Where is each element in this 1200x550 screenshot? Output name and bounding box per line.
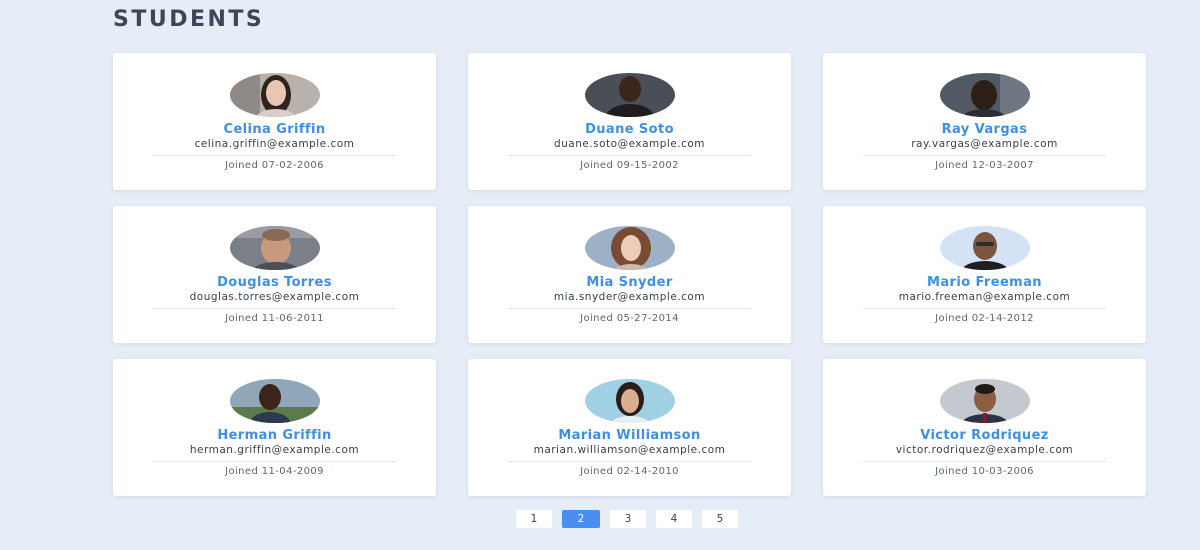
students-page: STUDENTS Celina Griffin celina.griffin@e… [0,0,1200,550]
student-card[interactable]: Douglas Torres douglas.torres@example.co… [113,206,436,343]
avatar [939,73,1030,117]
student-email: victor.rodriquez@example.com [895,444,1074,456]
student-email: herman.griffin@example.com [189,444,360,456]
page-button-3[interactable]: 3 [610,510,646,528]
avatar [584,73,675,117]
avatar [229,73,320,117]
page-title: STUDENTS [113,7,265,32]
student-card[interactable]: Victor Rodriquez victor.rodriquez@exampl… [823,359,1146,496]
student-card[interactable]: Duane Soto duane.soto@example.com Joined… [468,53,791,190]
avatar [939,226,1030,270]
divider [153,308,396,309]
joined-date: Joined 12-03-2007 [935,160,1034,171]
student-email: duane.soto@example.com [553,138,706,150]
student-card[interactable]: Herman Griffin herman.griffin@example.co… [113,359,436,496]
student-email: celina.griffin@example.com [194,138,355,150]
page-button-2-active[interactable]: 2 [562,510,600,528]
avatar [584,379,675,423]
divider [153,155,396,156]
student-card[interactable]: Mario Freeman mario.freeman@example.com … [823,206,1146,343]
student-card[interactable]: Marian Williamson marian.williamson@exam… [468,359,791,496]
avatar [939,379,1030,423]
student-card-grid: Celina Griffin celina.griffin@example.co… [113,53,1147,496]
divider [508,308,751,309]
joined-date: Joined 05-27-2014 [580,313,679,324]
page-button-1[interactable]: 1 [516,510,552,528]
student-email: mia.snyder@example.com [553,291,706,303]
joined-date: Joined 11-06-2011 [225,313,324,324]
joined-date: Joined 02-14-2012 [935,313,1034,324]
divider [153,461,396,462]
joined-date: Joined 10-03-2006 [935,466,1034,477]
student-email: mario.freeman@example.com [898,291,1071,303]
student-card[interactable]: Celina Griffin celina.griffin@example.co… [113,53,436,190]
divider [508,461,751,462]
divider [863,308,1106,309]
avatar [229,379,320,423]
divider [863,155,1106,156]
joined-date: Joined 02-14-2010 [580,466,679,477]
joined-date: Joined 09-15-2002 [580,160,679,171]
avatar [229,226,320,270]
page-button-4[interactable]: 4 [656,510,692,528]
student-email: marian.williamson@example.com [533,444,726,456]
pagination: 1 2 3 4 5 [516,510,738,528]
divider [508,155,751,156]
joined-date: Joined 11-04-2009 [225,466,324,477]
student-card[interactable]: Mia Snyder mia.snyder@example.com Joined… [468,206,791,343]
student-email: ray.vargas@example.com [911,138,1058,150]
divider [863,461,1106,462]
page-button-5[interactable]: 5 [702,510,738,528]
student-card[interactable]: Ray Vargas ray.vargas@example.com Joined… [823,53,1146,190]
student-email: douglas.torres@example.com [189,291,360,303]
avatar [584,226,675,270]
joined-date: Joined 07-02-2006 [225,160,324,171]
